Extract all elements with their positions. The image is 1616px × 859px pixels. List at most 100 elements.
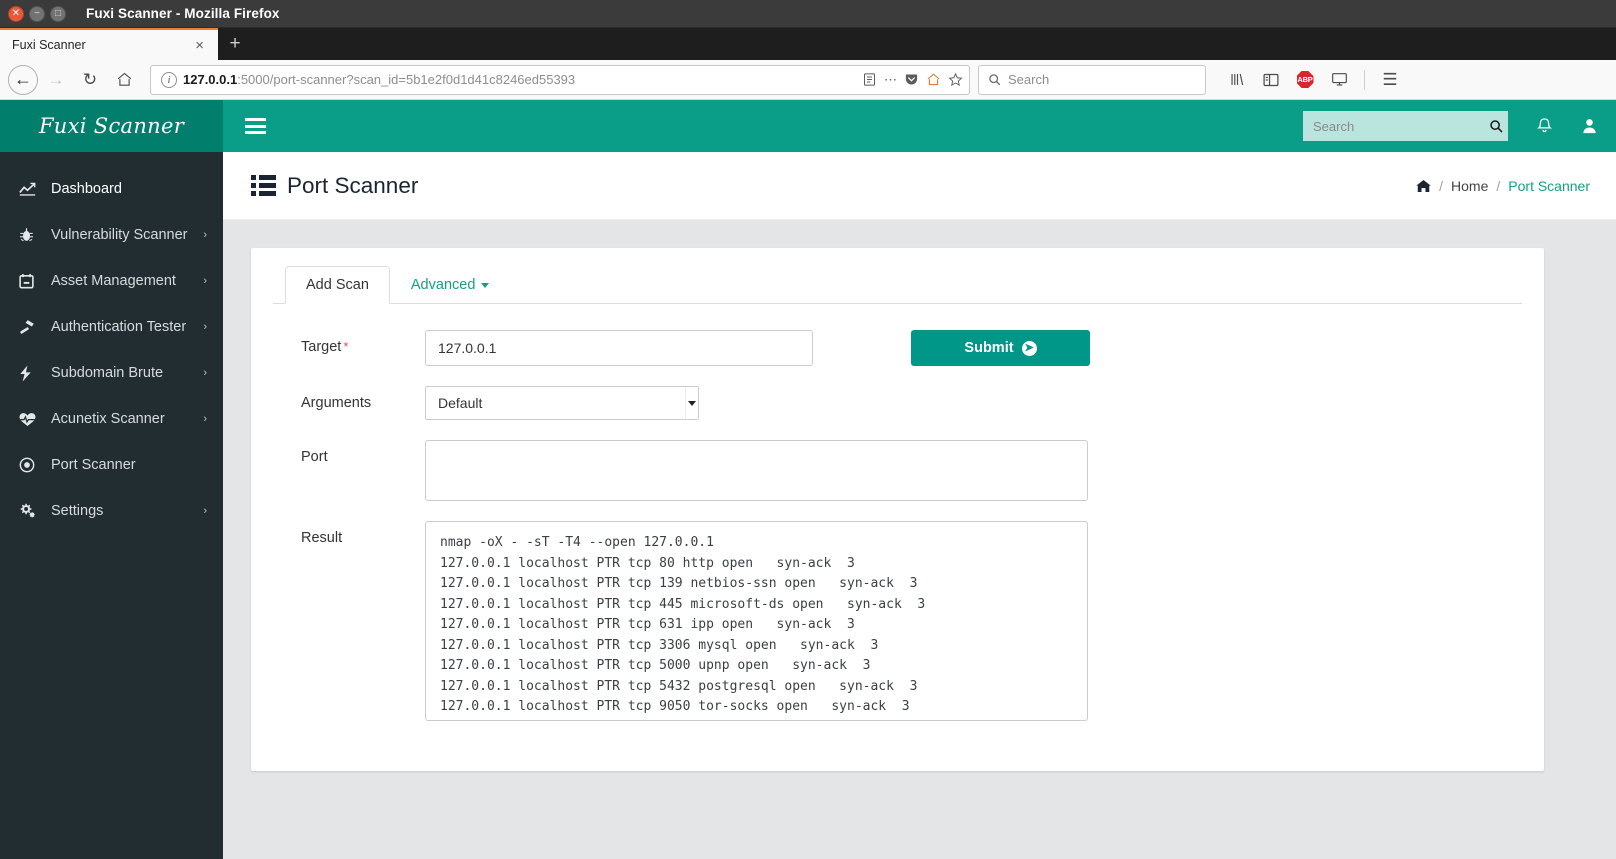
search-icon[interactable] <box>1489 119 1503 133</box>
web-app: Fuxi Scanner Search Dashboard Vulnerabil… <box>0 100 1616 859</box>
form-row-result: Result nmap -oX - -sT -T4 --open 127.0.0… <box>273 521 1522 721</box>
search-input[interactable] <box>1313 118 1489 134</box>
arguments-select-wrapper: Default <box>425 386 699 420</box>
main-content: Port Scanner / Home / Port Scanner Add S… <box>223 152 1616 859</box>
notification-bell-icon[interactable] <box>1536 117 1553 135</box>
sidebar-item-label: Dashboard <box>51 181 122 197</box>
breadcrumb-home-link[interactable]: Home <box>1451 178 1488 194</box>
library-icon[interactable] <box>1222 64 1252 96</box>
form-row-target: Target* Submit ➤ <box>273 330 1522 366</box>
sidebar-item-vulnerability-scanner[interactable]: Vulnerability Scanner › <box>0 212 223 258</box>
sidebar-item-port-scanner[interactable]: Port Scanner <box>0 442 223 488</box>
submit-button[interactable]: Submit ➤ <box>911 330 1090 366</box>
page-title: Port Scanner <box>251 173 418 199</box>
bookmark-star-icon[interactable] <box>948 72 963 87</box>
sidebar-item-label: Vulnerability Scanner <box>51 227 188 243</box>
url-host: 127.0.0.1 <box>183 72 238 87</box>
chevron-right-icon: › <box>203 413 207 425</box>
port-label: Port <box>301 449 328 465</box>
app-search-box[interactable] <box>1303 111 1508 141</box>
chart-line-icon <box>19 182 38 196</box>
hamburger-bar <box>245 131 266 134</box>
sidebar-item-settings[interactable]: Settings › <box>0 488 223 534</box>
page-header: Port Scanner / Home / Port Scanner <box>223 152 1616 220</box>
chevron-down-icon <box>481 282 490 288</box>
toolbar-divider <box>1364 69 1365 90</box>
user-avatar-icon[interactable] <box>1581 117 1598 135</box>
window-controls: ✕ − □ <box>8 5 66 22</box>
home-icon[interactable] <box>108 64 140 96</box>
sidebar-item-label: Subdomain Brute <box>51 365 164 381</box>
tab-advanced[interactable]: Advanced <box>390 266 511 304</box>
page-body: Add Scan Advanced Target * 127.0.0.1 Sub… <box>223 220 1616 859</box>
back-icon[interactable]: ← <box>8 64 38 95</box>
hammer-icon <box>19 319 38 335</box>
plus-icon[interactable]: + <box>218 28 252 60</box>
url-bar[interactable]: i 127.0.0.1:5000/port-scanner?scan_id=5b… <box>150 64 970 95</box>
heartbeat-icon <box>19 412 38 427</box>
dot-circle-icon <box>19 457 38 473</box>
url-path: :5000/port-scanner?scan_id=5b1e2f0d1d41c… <box>237 72 576 87</box>
scan-form: Target* Submit ➤ Arguments <box>273 304 1522 721</box>
app-logo[interactable]: Fuxi Scanner <box>0 100 223 152</box>
arguments-label: Arguments <box>301 395 372 411</box>
scan-card: Add Scan Advanced Target * 127.0.0.1 Sub… <box>251 248 1544 771</box>
form-row-port: Port <box>273 440 1522 501</box>
sidebar-item-authentication-tester[interactable]: Authentication Tester › <box>0 304 223 350</box>
list-icon <box>251 175 276 196</box>
site-info-icon[interactable]: i <box>161 71 177 88</box>
reader-view-icon[interactable] <box>862 72 877 87</box>
port-control <box>425 440 1522 501</box>
sidebar-item-subdomain-brute[interactable]: Subdomain Brute › <box>0 350 223 396</box>
arguments-select[interactable]: Default <box>425 386 699 420</box>
page-actions-icon[interactable]: ⋯ <box>884 72 897 88</box>
sidebar-item-label: Acunetix Scanner <box>51 411 165 427</box>
sidebar-item-acunetix-scanner[interactable]: Acunetix Scanner › <box>0 396 223 442</box>
tab-label: Advanced <box>410 277 476 293</box>
port-textarea[interactable] <box>425 440 1088 501</box>
browser-tabstrip: Fuxi Scanner × + <box>0 28 1616 60</box>
forward-icon[interactable]: → <box>40 64 72 96</box>
sidebar-item-dashboard[interactable]: Dashboard <box>0 166 223 212</box>
home-shortcut-icon[interactable] <box>926 72 941 87</box>
url-bar-icons: ⋯ <box>856 72 963 88</box>
window-maximize-button[interactable]: □ <box>50 5 66 22</box>
result-control: nmap -oX - -sT -T4 --open 127.0.0.1 127.… <box>425 521 1522 721</box>
home-icon[interactable] <box>1416 179 1431 193</box>
arrow-circle-right-icon: ➤ <box>1021 340 1037 356</box>
reload-icon[interactable]: ↻ <box>74 64 106 96</box>
breadcrumb-separator: / <box>1496 177 1501 194</box>
result-textarea[interactable]: nmap -oX - -sT -T4 --open 127.0.0.1 127.… <box>425 521 1088 721</box>
tab-add-scan[interactable]: Add Scan <box>285 266 390 304</box>
chevron-right-icon: › <box>203 505 207 517</box>
sidebar-toggle-icon[interactable] <box>1256 64 1286 96</box>
browser-tab[interactable]: Fuxi Scanner × <box>0 28 218 60</box>
chevron-right-icon: › <box>203 229 207 241</box>
tab-label: Add Scan <box>306 277 369 293</box>
close-icon[interactable]: × <box>191 38 208 53</box>
arguments-control: Default <box>425 386 1522 420</box>
sidebar-item-label: Authentication Tester <box>51 319 187 335</box>
adblock-plus-icon[interactable]: ABP <box>1290 64 1320 96</box>
screencast-icon[interactable] <box>1324 64 1354 96</box>
sidebar-item-label: Asset Management <box>51 273 176 289</box>
window-close-button[interactable]: ✕ <box>8 5 24 22</box>
result-label: Result <box>301 530 343 546</box>
browser-search-bar[interactable]: Search <box>978 64 1206 95</box>
bug-icon <box>19 227 38 243</box>
page-title-text: Port Scanner <box>287 172 419 198</box>
sidebar-nav: Dashboard Vulnerability Scanner › Asset … <box>0 152 223 859</box>
hamburger-menu-icon[interactable]: ☰ <box>1375 64 1405 96</box>
app-topbar: Fuxi Scanner <box>0 100 1616 152</box>
target-control: Submit ➤ <box>425 330 1522 366</box>
chevron-right-icon: › <box>203 275 207 287</box>
sidebar-item-asset-management[interactable]: Asset Management › <box>0 258 223 304</box>
target-input[interactable] <box>425 330 813 366</box>
breadcrumb-separator: / <box>1439 177 1444 194</box>
chevron-right-icon: › <box>203 321 207 333</box>
window-title: Fuxi Scanner - Mozilla Firefox <box>86 6 280 21</box>
window-minimize-button[interactable]: − <box>29 5 45 22</box>
pocket-icon[interactable] <box>904 72 919 87</box>
sidebar-toggle-button[interactable] <box>245 118 266 134</box>
browser-search-placeholder: Search <box>1008 72 1050 87</box>
